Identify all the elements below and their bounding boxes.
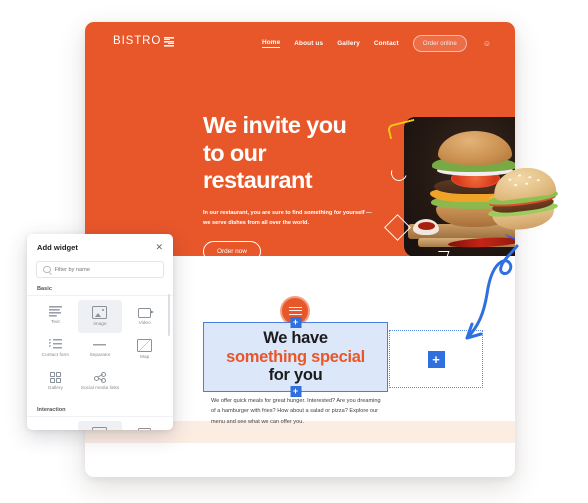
nav-item-gallery[interactable]: Gallery — [337, 40, 360, 47]
curved-arrow-icon — [465, 244, 519, 340]
widget-tile-interaction-1[interactable] — [33, 421, 78, 430]
widget-grid-basic: Text Image Video Contact form Separator … — [27, 298, 173, 399]
section-label-interaction: Interaction — [27, 399, 173, 417]
widget-tile-label: Image — [93, 322, 107, 327]
hero-subtitle: In our restaurant, you are sure to find … — [203, 210, 372, 226]
hero-copy: We invite you to our restaurant In our r… — [203, 112, 383, 262]
drag-lines-icon — [288, 306, 302, 316]
nav-item-contact[interactable]: Contact — [374, 40, 399, 47]
emblem-icon — [164, 36, 175, 47]
widget-grid-interaction — [27, 419, 173, 430]
widget-heading-line-2: something special — [226, 347, 365, 366]
search-icon — [43, 265, 51, 274]
video-icon — [138, 307, 155, 318]
add-above-handle[interactable]: + — [290, 317, 301, 328]
widget-tile-image[interactable]: Image — [77, 300, 123, 333]
hero-title-line-1: We invite you — [203, 112, 347, 138]
video-icon — [138, 428, 152, 430]
widget-tile-social-links[interactable]: Social media links — [78, 366, 123, 397]
body-paragraph: We offer quick meals for great hunger. I… — [211, 398, 381, 425]
widget-heading-line-3: for you — [268, 366, 323, 385]
map-icon — [137, 338, 153, 352]
search-input[interactable] — [54, 266, 157, 273]
widget-tile-interaction-2[interactable] — [77, 420, 123, 430]
hero-title-line-2: to our — [203, 139, 267, 166]
main-nav: Home About us Gallery Contact Order onli… — [261, 22, 491, 64]
bun-top — [438, 131, 512, 165]
add-widget-panel: Add widget ✕ Basic Text Image Video Cont… — [27, 234, 173, 430]
widget-tile-label: Map — [139, 354, 150, 360]
widget-tile-label: Separator — [89, 352, 111, 358]
separator-icon — [48, 426, 62, 430]
logo-text: BISTRO — [113, 35, 162, 47]
contact-form-icon — [48, 338, 62, 350]
widget-heading-line-1: We have — [263, 329, 328, 348]
widget-tile-separator[interactable]: Separator — [78, 333, 123, 366]
panel-scrollbar[interactable] — [168, 294, 170, 336]
site-logo[interactable]: BISTRO — [113, 35, 175, 47]
site-header: BISTRO Home About us Gallery Contact Ord… — [85, 22, 515, 64]
nav-item-home[interactable]: Home — [261, 39, 281, 48]
hero-section: BISTRO Home About us Gallery Contact Ord… — [85, 22, 515, 262]
image-icon — [92, 306, 108, 319]
hamburger-icon[interactable] — [485, 164, 561, 234]
image-icon — [92, 426, 108, 430]
hero-title-line-3: restaurant — [203, 167, 313, 194]
widget-tile-label: Gallery — [47, 385, 63, 391]
panel-title: Add widget — [37, 243, 78, 252]
widget-tile-contact-form[interactable]: Contact form — [33, 333, 78, 366]
add-widget-plus-button[interactable]: + — [427, 350, 445, 368]
widget-tile-label: Contact form — [41, 352, 70, 358]
separator-icon — [93, 338, 107, 350]
widget-tile-text[interactable]: Text — [33, 300, 78, 333]
widget-heading: We have something special for you — [226, 329, 365, 384]
widget-tile-label: Text — [50, 320, 60, 325]
order-online-button[interactable]: Order online — [412, 34, 467, 52]
widget-tile-interaction-3[interactable] — [122, 421, 167, 430]
sauce-bowl — [413, 219, 439, 235]
widget-tile-gallery[interactable]: Gallery — [33, 366, 78, 397]
panel-header: Add widget ✕ — [27, 234, 173, 261]
selected-text-widget[interactable]: + We have something special for you + — [203, 317, 388, 397]
hero-title: We invite you to our restaurant — [203, 112, 383, 195]
widget-tile-label: Video — [138, 320, 151, 326]
social-links-icon — [93, 371, 106, 383]
widget-tile-map[interactable]: Map — [122, 333, 167, 366]
person-icon[interactable]: ☺ — [483, 39, 491, 48]
nav-item-about-us[interactable]: About us — [294, 40, 323, 47]
widget-tile-label: Social media links — [80, 385, 120, 391]
close-icon[interactable]: ✕ — [155, 243, 163, 252]
gallery-icon — [49, 371, 61, 383]
widget-tile-video[interactable]: Video — [122, 300, 167, 333]
text-icon — [48, 306, 62, 317]
section-label-basic: Basic — [27, 278, 173, 296]
widget-search-field[interactable] — [36, 261, 164, 278]
widget-tile-empty — [122, 366, 167, 397]
